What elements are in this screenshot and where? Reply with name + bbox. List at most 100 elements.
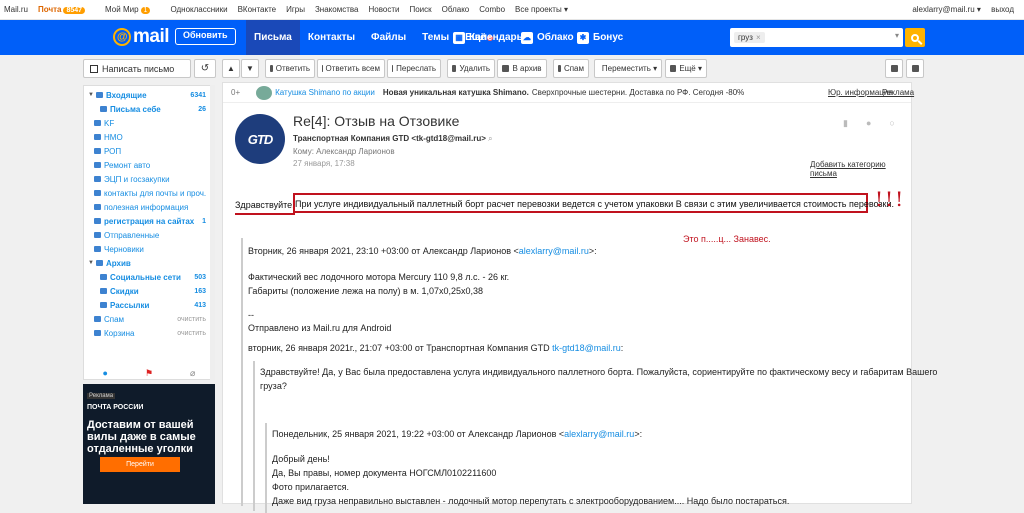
portal-link-vk[interactable]: ВКонтакте <box>238 5 277 14</box>
move-button[interactable]: Переместить ▾ <box>594 59 662 78</box>
folder-trash[interactable]: Корзинаочистить <box>94 326 212 340</box>
folder-eds[interactable]: ЭЦП и госзакупки <box>94 172 224 186</box>
flag-icon[interactable]: ○ <box>889 118 894 129</box>
flag-filter-icon[interactable]: ⚑ <box>145 368 153 379</box>
cloud-link[interactable]: ☁Облако <box>521 20 574 55</box>
social-icon <box>100 274 107 280</box>
bookmark-icon[interactable]: ▮ <box>843 118 848 129</box>
folder-label: Архив <box>106 259 131 268</box>
portal-link-games[interactable]: Игры <box>286 5 305 14</box>
attachment-filter-icon[interactable]: ⌀ <box>190 368 195 379</box>
folder-rop[interactable]: РОП <box>94 144 224 158</box>
folder-registrations[interactable]: регистрация на сайтах1 <box>94 214 212 228</box>
chip-close-icon[interactable]: × <box>756 33 761 42</box>
sidebar-scrollbar[interactable] <box>210 85 215 380</box>
archive-button[interactable]: В архив <box>497 59 547 78</box>
clear-spam-link[interactable]: очистить <box>177 316 206 323</box>
folder-spam[interactable]: Спам очистить <box>94 312 212 326</box>
portal-link-dating[interactable]: Знакомства <box>315 5 359 14</box>
prev-button[interactable]: ▲ <box>222 59 240 78</box>
folder-drafts[interactable]: Черновики <box>94 242 224 256</box>
spam-button[interactable]: Спам <box>553 59 589 78</box>
portal-link-all-projects[interactable]: Все проекты ▾ <box>515 5 568 14</box>
search-button[interactable] <box>905 28 925 47</box>
bonus-link[interactable]: ✱Бонус <box>577 20 623 55</box>
folder-label: Спам <box>104 315 124 324</box>
message-date: 27 января, 17:38 <box>293 159 355 168</box>
ad-marker-link[interactable]: Реклама <box>882 88 914 97</box>
mail-count-badge: 8547 <box>63 7 85 14</box>
folder-discounts[interactable]: Скидки163 <box>100 284 212 298</box>
folder-sent[interactable]: Отправленные <box>94 228 224 242</box>
undo-button[interactable]: ↺ <box>194 59 216 78</box>
search-sender-icon[interactable]: ⌕ <box>488 134 492 143</box>
message-from[interactable]: Транспортная Компания GTD <tk-gtd18@mail… <box>293 134 493 144</box>
more-button[interactable]: Ещё ▾ <box>665 59 707 78</box>
folder-icon <box>94 162 101 168</box>
ad-row[interactable]: 0+ Катушка Shimano по акции Новая уникал… <box>223 83 911 103</box>
message-pane: 0+ Катушка Shimano по акции Новая уникал… <box>222 82 912 504</box>
refresh-button[interactable]: Обновить <box>175 28 236 45</box>
folder-car-repair[interactable]: Ремонт авто <box>94 158 224 172</box>
unread-filter-icon[interactable]: ● <box>103 368 108 379</box>
folder-newsletters[interactable]: Рассылки 413 <box>100 298 212 312</box>
signature: Отправлено из Mail.ru для Android <box>248 323 391 333</box>
nav-themes[interactable]: Темы <box>414 20 457 55</box>
quote2-line1: Здравствуйте! Да, у Вас была предоставле… <box>260 367 937 377</box>
add-category-link[interactable]: Добавить категорию письма <box>810 160 911 178</box>
reply-all-button[interactable]: Ответить всем <box>317 59 385 78</box>
folder-social[interactable]: Социальные сети503 <box>100 270 212 284</box>
user-email[interactable]: alexlarry@mail.ru ▾ <box>912 5 981 14</box>
delete-button[interactable]: Удалить <box>447 59 495 78</box>
folder-count: 1 <box>202 218 206 225</box>
chevron-up-icon: ▲ <box>227 64 235 73</box>
quote3-email-link[interactable]: alexlarry@mail.ru <box>564 429 634 439</box>
portal-link-myworld[interactable]: Мой Мир1 <box>105 5 160 14</box>
folder-label: Скидки <box>110 287 139 296</box>
folder-archive[interactable]: ▼Архив <box>88 256 218 270</box>
quote2-header-text: вторник, 26 января 2021г., 21:07 +03:00 … <box>248 343 552 353</box>
portal-link-combo[interactable]: Combo <box>479 5 505 14</box>
folder-self[interactable]: Письма себе26 <box>100 102 212 116</box>
folder-nmo[interactable]: НМО <box>94 130 224 144</box>
portal-link-news[interactable]: Новости <box>368 5 399 14</box>
ad-button[interactable]: Перейти <box>100 457 180 472</box>
search-dropdown-icon[interactable]: ▾ <box>895 31 899 40</box>
print-button[interactable] <box>885 59 903 78</box>
mail-logo[interactable]: @mail <box>113 26 169 48</box>
quote2-email-link[interactable]: tk-gtd18@mail.ru <box>552 343 621 353</box>
folder-inbox[interactable]: ▼Входящие6341 <box>88 88 212 102</box>
quote1-email-link[interactable]: alexlarry@mail.ru <box>519 246 589 256</box>
exit-link[interactable]: выход <box>991 5 1014 14</box>
sidebar-ad[interactable]: Реклама ПОЧТА РОССИИ Доставим от вашей в… <box>83 384 215 504</box>
portal-link-cloud[interactable]: Облако <box>442 5 470 14</box>
open-window-button[interactable] <box>906 59 924 78</box>
search-chip[interactable]: груз× <box>734 32 765 43</box>
forward-button[interactable]: Переслать <box>387 59 441 78</box>
pen-icon <box>90 65 98 73</box>
nav-contacts[interactable]: Контакты <box>300 20 363 55</box>
portal-link-ok[interactable]: Одноклассники <box>170 5 227 14</box>
write-letter-button[interactable]: Написать письмо <box>83 59 191 78</box>
nav-files[interactable]: Файлы <box>363 20 414 55</box>
next-button[interactable]: ▼ <box>241 59 259 78</box>
read-dot-icon[interactable]: ● <box>866 118 871 129</box>
search-input[interactable]: груз× ▾ <box>730 28 903 47</box>
clear-trash-link[interactable]: очистить <box>177 330 206 337</box>
portal-link-search[interactable]: Поиск <box>409 5 431 14</box>
portal-link-mail[interactable]: Почта8547 <box>38 5 95 14</box>
nav-letters[interactable]: Письма <box>246 20 300 55</box>
portal-link-mailru[interactable]: Mail.ru <box>4 5 28 14</box>
folder-icon <box>94 204 101 210</box>
quote3-line1: Добрый день! <box>272 454 330 464</box>
folder-count: 413 <box>194 302 206 309</box>
folder-icon <box>94 134 101 140</box>
folder-useful[interactable]: полезная информация <box>94 200 224 214</box>
reply-button[interactable]: Ответить <box>265 59 315 78</box>
drafts-icon <box>94 246 101 252</box>
folder-label: Рассылки <box>110 301 149 310</box>
folder-contacts[interactable]: контакты для почты и проч. <box>94 186 224 200</box>
archive-icon <box>96 260 103 266</box>
folder-kf[interactable]: KF <box>94 116 224 130</box>
calendar-link[interactable]: ▦Календарь <box>453 20 523 55</box>
